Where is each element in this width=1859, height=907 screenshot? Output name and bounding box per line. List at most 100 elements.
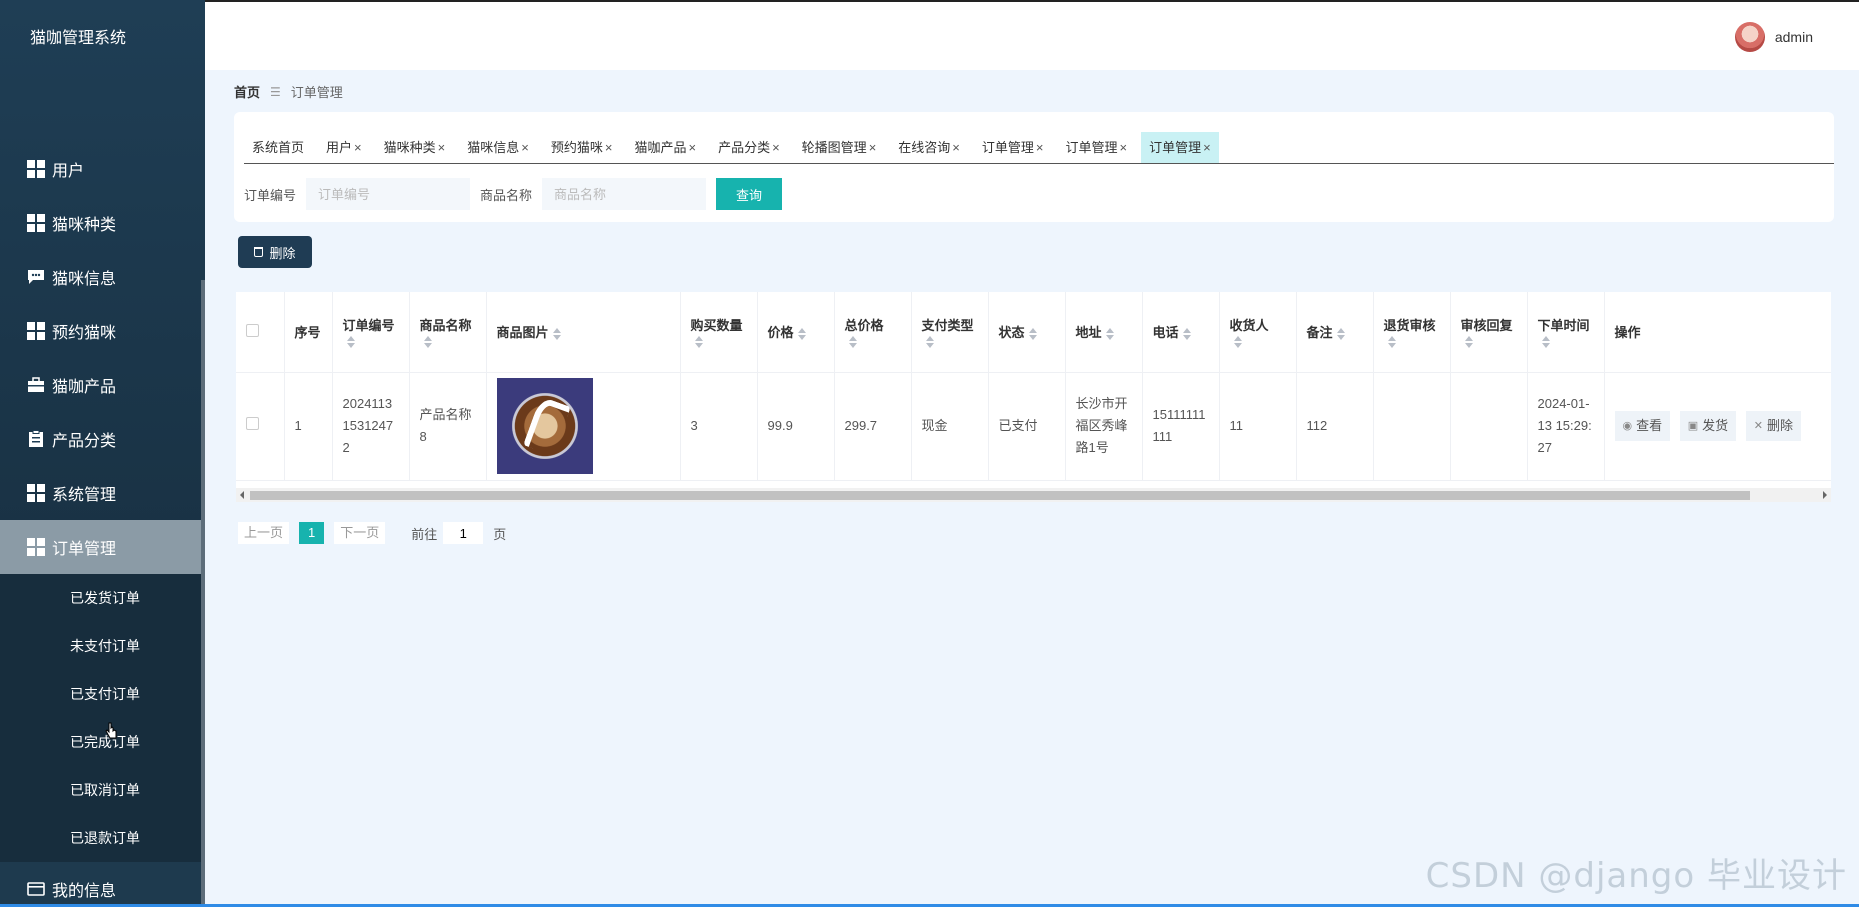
col-header[interactable]: 备注: [1296, 292, 1374, 373]
close-icon[interactable]: ×: [772, 140, 780, 155]
sidebar-scrollbar[interactable]: [201, 280, 205, 907]
col-header[interactable]: 电话: [1142, 292, 1220, 373]
scroll-right-icon[interactable]: [1823, 491, 1827, 499]
sort-icon[interactable]: [925, 336, 934, 349]
page-number-current[interactable]: 1: [299, 522, 325, 544]
tab-orders[interactable]: 订单管理 ×: [1058, 132, 1136, 163]
order-no-input[interactable]: [306, 178, 471, 210]
submenu-paid-orders[interactable]: 已支付订单: [0, 670, 205, 718]
tab-cat-info[interactable]: 猫咪信息 ×: [459, 132, 537, 163]
col-header[interactable]: 商品图片: [486, 292, 681, 373]
close-icon[interactable]: ×: [1120, 140, 1128, 155]
tab-orders-active[interactable]: 订单管理 ×: [1141, 132, 1219, 163]
sidebar-item-users[interactable]: 用户: [0, 142, 205, 196]
query-button[interactable]: 查询: [716, 178, 783, 210]
col-header[interactable]: 地址: [1065, 292, 1143, 373]
tab-users[interactable]: 用户 ×: [318, 132, 370, 163]
col-header[interactable]: 价格: [757, 292, 835, 373]
next-page-button[interactable]: 下一页: [334, 522, 386, 544]
submenu-refunded-orders[interactable]: 已退款订单: [0, 814, 205, 862]
row-delete-button[interactable]: ✕ 删除: [1745, 411, 1802, 441]
goto-page-input[interactable]: [443, 522, 484, 544]
close-icon[interactable]: ×: [869, 140, 877, 155]
sort-icon[interactable]: [552, 327, 561, 340]
tab-label: 轮播图管理: [801, 140, 867, 155]
table-horizontal-scrollbar[interactable]: [236, 488, 1831, 502]
col-header-label: 订单编号: [342, 317, 395, 333]
tab-orders[interactable]: 订单管理 ×: [974, 132, 1052, 163]
sort-icon[interactable]: [1182, 327, 1191, 340]
select-all-checkbox[interactable]: [246, 323, 259, 337]
col-header-label: 商品名称: [419, 317, 472, 333]
col-header[interactable]: 收货人: [1219, 292, 1297, 373]
prev-page-button[interactable]: 上一页: [238, 522, 290, 544]
col-header[interactable]: 商品名称: [409, 292, 487, 373]
col-header[interactable]: 退货审核: [1373, 292, 1451, 373]
close-icon[interactable]: ×: [605, 140, 613, 155]
product-image[interactable]: [496, 378, 593, 474]
trash-icon: [254, 247, 264, 257]
sort-icon[interactable]: [423, 336, 432, 349]
close-icon[interactable]: ×: [521, 140, 529, 155]
close-icon[interactable]: ×: [1203, 140, 1211, 155]
col-header[interactable]: 购买数量: [680, 292, 758, 373]
sort-icon[interactable]: [1336, 327, 1345, 340]
sort-icon[interactable]: [1464, 336, 1473, 349]
sidebar-item-system[interactable]: 系统管理: [0, 466, 205, 520]
col-header[interactable]: 状态: [988, 292, 1066, 373]
delete-button[interactable]: 删除: [238, 236, 312, 268]
sort-icon[interactable]: [1233, 336, 1242, 349]
sidebar-item-cat-info[interactable]: 猫咪信息: [0, 250, 205, 304]
col-header[interactable]: 支付类型: [911, 292, 989, 373]
user-menu[interactable]: admin: [1734, 22, 1813, 52]
close-icon[interactable]: ×: [952, 140, 960, 155]
view-button[interactable]: ◉ 查看: [1614, 411, 1671, 441]
sidebar-item-products[interactable]: 猫咖产品: [0, 358, 205, 412]
submenu-cancelled-orders[interactable]: 已取消订单: [0, 766, 205, 814]
col-header[interactable]: 订单编号: [332, 292, 410, 373]
sort-icon[interactable]: [1387, 336, 1396, 349]
sidebar-item-orders[interactable]: 订单管理: [0, 520, 205, 574]
sort-icon[interactable]: [1028, 327, 1037, 340]
cell-price: 99.9: [757, 372, 835, 481]
row-checkbox[interactable]: [246, 417, 259, 430]
scroll-left-icon[interactable]: [240, 491, 244, 499]
mouse-pointer-icon: [105, 722, 117, 739]
sidebar-item-cat-booking[interactable]: 预约猫咪: [0, 304, 205, 358]
close-icon[interactable]: ×: [354, 140, 362, 155]
sidebar-item-label: 用户: [52, 163, 85, 180]
sort-icon[interactable]: [1105, 327, 1114, 340]
submenu-shipped-orders[interactable]: 已发货订单: [0, 574, 205, 622]
select-all-cell: [236, 292, 285, 373]
sort-icon[interactable]: [694, 336, 703, 349]
tab-cat-types[interactable]: 猫咪种类 ×: [376, 132, 454, 163]
tab-cat-booking[interactable]: 预约猫咪 ×: [543, 132, 621, 163]
col-header[interactable]: 下单时间: [1527, 292, 1605, 373]
submenu-completed-orders[interactable]: 已完成订单: [0, 718, 205, 766]
tab-carousel[interactable]: 轮播图管理 ×: [794, 132, 885, 163]
col-header[interactable]: 审核回复: [1450, 292, 1528, 373]
cell-order-time: 2024-01-13 15:29:27: [1527, 372, 1605, 481]
col-header[interactable]: 总价格: [834, 292, 912, 373]
sort-icon[interactable]: [797, 327, 806, 340]
close-icon[interactable]: ×: [688, 140, 696, 155]
sidebar-item-my-info[interactable]: 我的信息: [0, 862, 205, 907]
submenu-unpaid-orders[interactable]: 未支付订单: [0, 622, 205, 670]
grid-icon: [26, 483, 46, 503]
ship-button[interactable]: ▣ 发货: [1679, 411, 1737, 441]
close-icon[interactable]: ×: [438, 140, 446, 155]
sidebar-item-product-category[interactable]: 产品分类: [0, 412, 205, 466]
tab-online-consult[interactable]: 在线咨询 ×: [890, 132, 968, 163]
sort-icon[interactable]: [848, 336, 857, 349]
cell-status: 已支付: [988, 372, 1066, 481]
tab-product-category[interactable]: 产品分类 ×: [710, 132, 788, 163]
sort-icon[interactable]: [1541, 336, 1550, 349]
tab-system-home[interactable]: 系统首页: [244, 132, 312, 163]
close-icon[interactable]: ×: [1036, 140, 1044, 155]
breadcrumb-home[interactable]: 首页: [234, 82, 260, 101]
tab-products[interactable]: 猫咖产品 ×: [626, 132, 704, 163]
sort-icon[interactable]: [346, 336, 355, 349]
scroll-thumb[interactable]: [250, 491, 1750, 500]
sidebar-item-cat-types[interactable]: 猫咪种类: [0, 196, 205, 250]
product-name-input[interactable]: [542, 178, 707, 210]
